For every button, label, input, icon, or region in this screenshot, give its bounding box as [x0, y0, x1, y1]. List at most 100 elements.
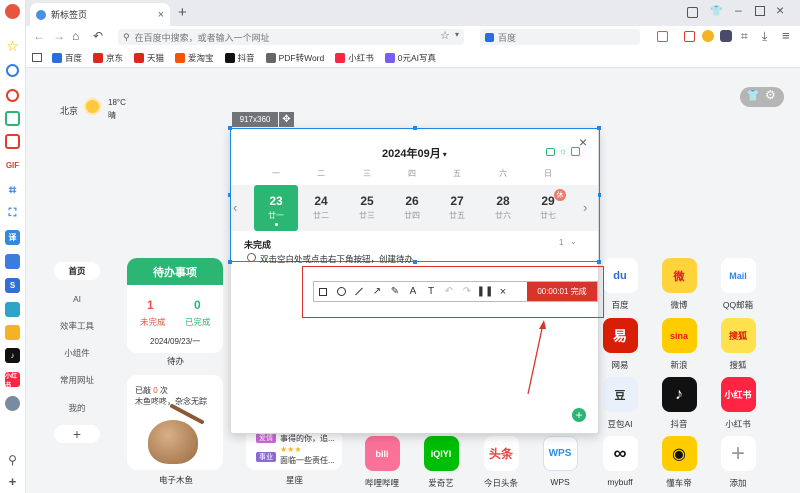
calendar-day[interactable]: 24 廿二 — [299, 185, 343, 225]
star-icon[interactable]: ☆ — [5, 38, 20, 54]
selection-handle[interactable] — [413, 126, 417, 130]
theme-icon[interactable]: 👕 — [746, 89, 760, 102]
close-window-icon[interactable]: × — [776, 2, 784, 18]
bookmark-item[interactable]: 爱淘宝 — [175, 52, 214, 64]
nav-ai[interactable]: AI — [54, 290, 100, 308]
douyin-icon[interactable]: ♪ — [5, 348, 20, 363]
avatar[interactable] — [5, 396, 20, 411]
tab-close-icon[interactable]: × — [158, 9, 164, 21]
maximize-icon[interactable] — [755, 6, 765, 16]
grid-app-icon[interactable] — [5, 111, 20, 126]
wooden-fish-icon[interactable] — [148, 420, 198, 464]
pen-tool-icon[interactable]: ✎ — [386, 281, 404, 302]
gif-icon[interactable]: GIF — [5, 158, 20, 173]
back-icon[interactable]: ← — [33, 29, 45, 43]
chat-icon[interactable] — [546, 148, 555, 156]
selection-handle[interactable] — [228, 260, 232, 264]
app-iqiyi[interactable]: iQIYI 爱奇艺 — [420, 436, 462, 489]
calendar-day[interactable]: 25 廿三 — [345, 185, 389, 225]
selection-handle[interactable] — [597, 260, 601, 264]
location-icon[interactable]: ⚲ — [5, 452, 20, 467]
app-xiaohongshu[interactable]: 小红书 小红书 — [717, 377, 759, 430]
selection-handle[interactable] — [413, 260, 417, 264]
app-dongchedi[interactable]: ◉ 懂车帝 — [658, 436, 700, 489]
bookmark-item[interactable]: 百度 — [52, 52, 82, 64]
selection-handle[interactable] — [597, 126, 601, 130]
undo-icon[interactable]: ↶ — [93, 29, 103, 43]
app-doubao[interactable]: 豆豆包AI — [599, 377, 641, 430]
ds-app-icon[interactable]: S — [5, 278, 20, 293]
record-done-button[interactable]: 00:00:01 完成 — [527, 282, 597, 301]
text-tool-icon[interactable]: T — [422, 281, 440, 302]
selection-handle[interactable] — [228, 126, 232, 130]
bookmark-item[interactable]: 天猫 — [134, 52, 164, 64]
calendar-day[interactable]: 26 廿四 — [390, 185, 434, 225]
xiaohongshu-icon[interactable]: 小红书 — [5, 372, 20, 389]
app-sina[interactable]: sina 新浪 — [658, 318, 700, 371]
pdf-icon[interactable] — [5, 134, 20, 149]
redo-icon[interactable]: ↷ — [458, 281, 476, 302]
tab-list-icon[interactable] — [687, 7, 698, 18]
menu-icon[interactable]: ≡ — [782, 28, 790, 43]
calendar-day[interactable]: 27 廿五 — [435, 185, 479, 225]
app-qqmail[interactable]: Mail QQ邮箱 — [717, 258, 759, 311]
translate-icon[interactable]: 译 — [5, 230, 20, 245]
app-baidu[interactable]: du 百度 — [599, 258, 641, 311]
close-icon[interactable]: × — [579, 134, 587, 150]
todo-checkbox[interactable] — [247, 253, 256, 262]
search-box[interactable]: 百度 — [480, 29, 640, 45]
bookmark-item[interactable]: PDF转Word — [265, 52, 324, 64]
app-netease[interactable]: 易网易 — [599, 318, 641, 371]
home-icon[interactable]: ⌂ — [72, 29, 79, 43]
cancel-icon[interactable]: × — [494, 281, 512, 302]
robot-icon[interactable] — [720, 30, 732, 42]
download-icon[interactable]: ⤓ — [762, 29, 767, 44]
apps-grid-icon[interactable] — [657, 31, 668, 42]
bookmark-item[interactable]: 小红书 — [335, 52, 374, 64]
new-tab-button[interactable]: + — [178, 4, 187, 21]
nav-add-button[interactable]: + — [54, 425, 100, 443]
bookmark-item[interactable]: 京东 — [93, 52, 123, 64]
bookmark-item[interactable]: 0元AI写真 — [384, 52, 436, 64]
pause-icon[interactable]: ❚❚ — [476, 281, 494, 302]
app-toutiao[interactable]: 头条 今日头条 — [480, 436, 522, 489]
app-bilibili[interactable]: bili 哔哩哔哩 — [361, 436, 403, 489]
game-icon[interactable] — [5, 325, 20, 340]
next-week-icon[interactable]: › — [583, 200, 587, 215]
prev-week-icon[interactable]: ‹ — [233, 200, 237, 215]
minimize-icon[interactable]: – — [735, 3, 742, 17]
marker-tool-icon[interactable]: A — [404, 281, 422, 302]
nav-common-sites[interactable]: 常用网址 — [54, 371, 100, 389]
line-tool-icon[interactable] — [350, 281, 368, 302]
skin-icon[interactable]: 👕 — [710, 6, 722, 17]
bookmark-star-icon[interactable]: ☆ — [440, 29, 450, 42]
add-todo-button[interactable]: + — [572, 408, 586, 422]
app-weibo[interactable]: 微微博 — [658, 258, 700, 311]
bookmarks-toggle-icon[interactable] — [32, 53, 42, 62]
app-sohu[interactable]: 搜狐 搜狐 — [717, 318, 759, 371]
browser-logo-icon[interactable] — [5, 4, 20, 19]
app-add[interactable]: + 添加 — [717, 436, 759, 489]
rectangle-tool-icon[interactable] — [314, 281, 332, 302]
calendar-month-select[interactable]: 2024年09月 ▾ — [382, 145, 447, 161]
settings-gear-icon[interactable]: ⚙ — [765, 88, 776, 102]
dropdown-icon[interactable]: ▾ — [455, 30, 459, 39]
tab-newtab[interactable]: 新标签页 × — [30, 3, 170, 26]
crop-icon[interactable]: ⌗ — [5, 182, 20, 197]
bookmark-item[interactable]: 抖音 — [224, 52, 255, 64]
app-douyin[interactable]: ♪ 抖音 — [658, 377, 700, 430]
nav-mine[interactable]: 我的 — [54, 399, 100, 417]
monitor-icon[interactable] — [5, 302, 20, 317]
record-icon[interactable] — [6, 89, 19, 102]
ellipse-tool-icon[interactable] — [332, 281, 350, 302]
add-icon[interactable]: + — [5, 474, 20, 489]
clock-icon[interactable] — [6, 64, 19, 77]
forward-icon[interactable]: → — [53, 29, 65, 43]
export-icon[interactable] — [571, 147, 580, 156]
move-handle-icon[interactable]: ✥ — [279, 112, 294, 127]
nav-efficiency[interactable]: 效率工具 — [54, 317, 100, 335]
collapse-chevron-icon[interactable]: ⌄ — [570, 237, 577, 246]
app-wps[interactable]: WPS WPS — [539, 436, 581, 487]
nav-home[interactable]: 首页 — [54, 262, 100, 280]
address-bar[interactable]: ⚲ 在百度中搜索，或者输入一个网址 — [118, 29, 464, 45]
